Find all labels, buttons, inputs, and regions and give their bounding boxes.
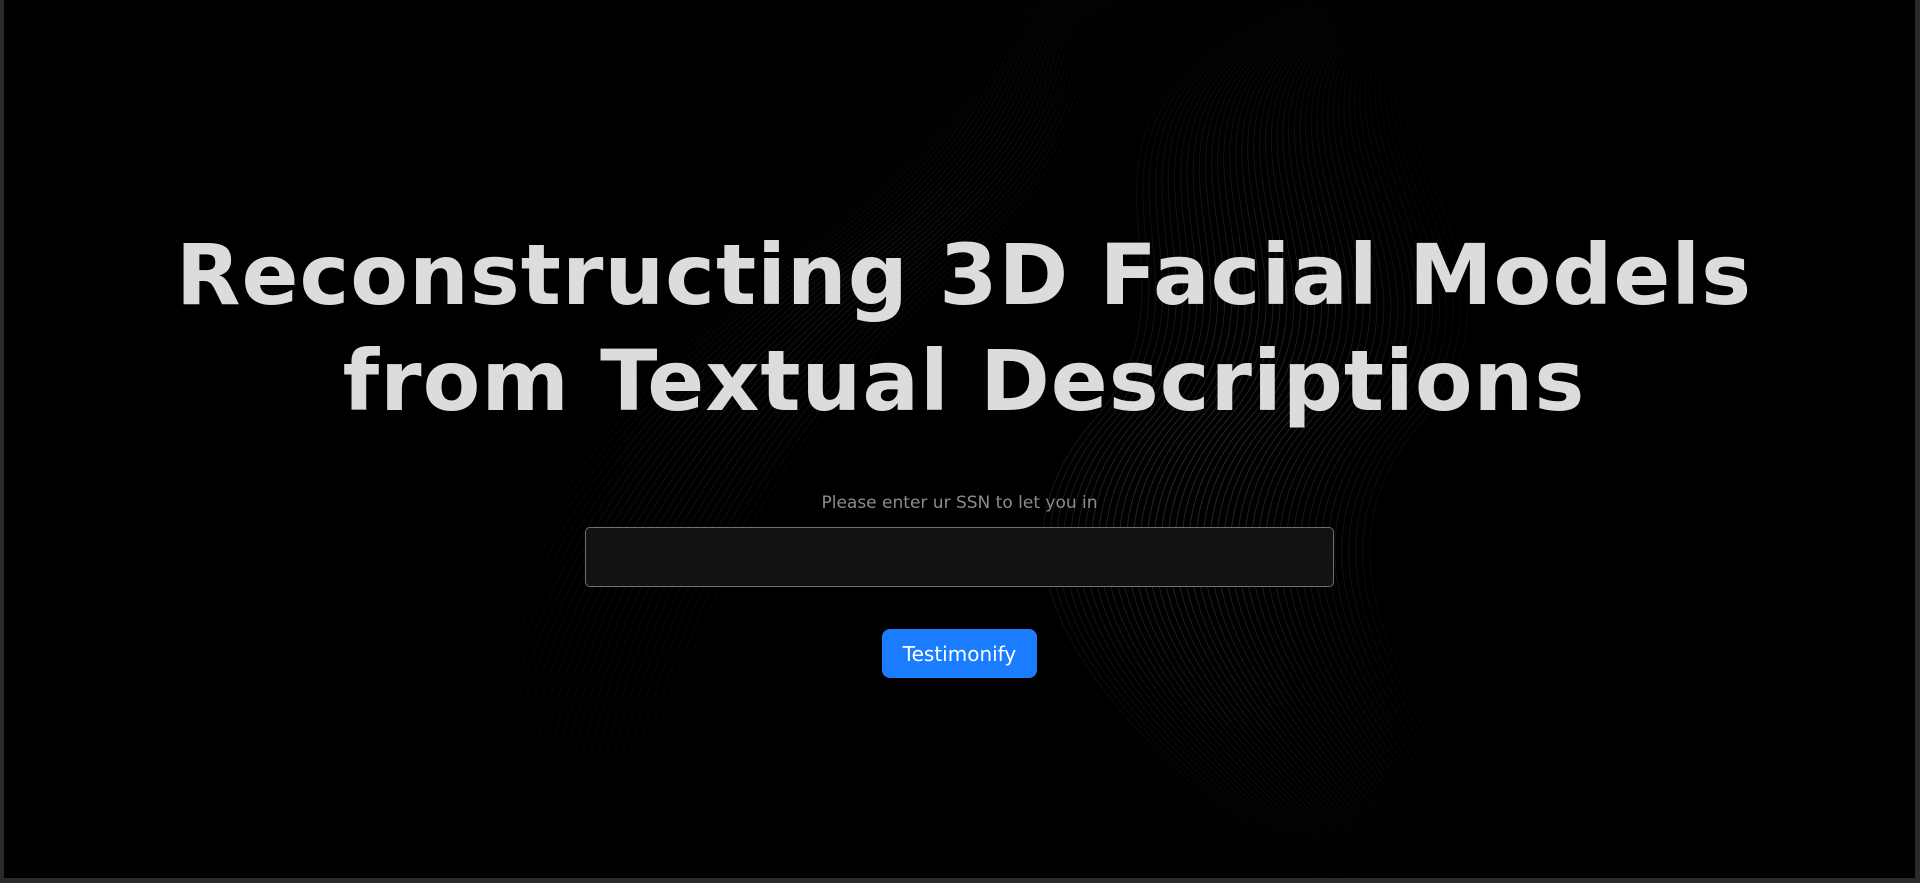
ssn-prompt-label: Please enter ur SSN to let you in: [821, 493, 1098, 513]
ssn-input[interactable]: [585, 527, 1334, 587]
testimonify-button[interactable]: Testimonify: [882, 629, 1037, 678]
hero-section: Reconstructing 3D Facial Models from Tex…: [4, 0, 1915, 878]
page-frame: Reconstructing 3D Facial Models from Tex…: [4, 0, 1915, 878]
page-title: Reconstructing 3D Facial Models from Tex…: [175, 226, 1753, 430]
